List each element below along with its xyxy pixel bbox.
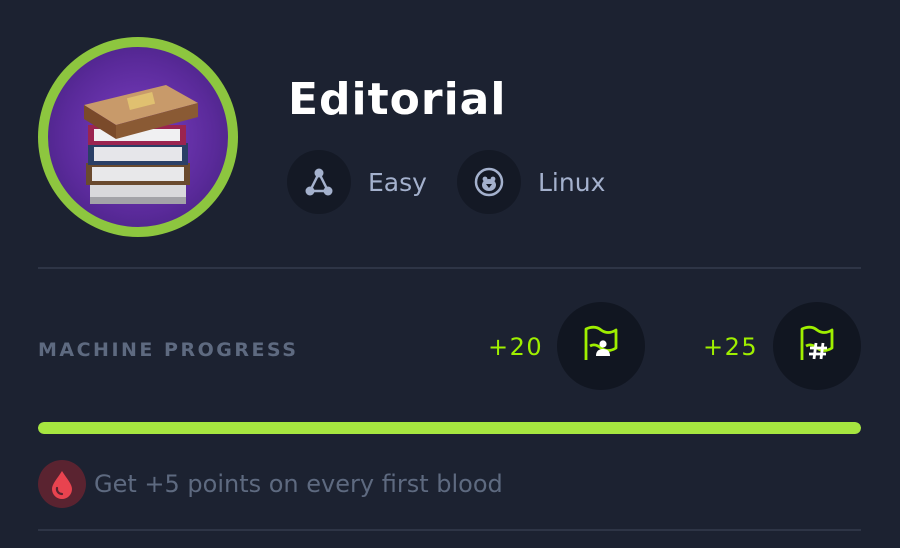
difficulty-badge: Easy <box>287 150 427 214</box>
difficulty-label: Easy <box>368 167 427 197</box>
user-flag-points: +20 <box>488 333 544 361</box>
root-flag-icon <box>797 324 837 368</box>
machine-progress-label: MACHINE PROGRESS <box>38 339 299 361</box>
user-flag-icon <box>581 324 621 368</box>
books-avatar-image <box>48 47 228 227</box>
machine-progress-fill <box>38 422 861 434</box>
linux-penguin-icon <box>457 150 521 214</box>
blood-drop-icon <box>38 460 86 508</box>
machine-progress-bar <box>38 422 861 434</box>
os-badge: Linux <box>457 150 605 214</box>
divider <box>38 267 861 269</box>
root-flag-button[interactable] <box>773 302 861 390</box>
user-flag-button[interactable] <box>557 302 645 390</box>
first-blood-note: Get +5 points on every first blood <box>38 460 503 508</box>
first-blood-text: Get +5 points on every first blood <box>94 470 503 498</box>
machine-avatar <box>38 37 238 237</box>
machine-card: Editorial Easy Linux MACHINE PROGRESS +2… <box>0 0 900 548</box>
divider-bottom <box>38 529 861 531</box>
machine-title: Editorial <box>288 74 507 125</box>
difficulty-icon <box>287 150 351 214</box>
os-label: Linux <box>538 167 606 197</box>
root-flag-points: +25 <box>703 333 759 361</box>
